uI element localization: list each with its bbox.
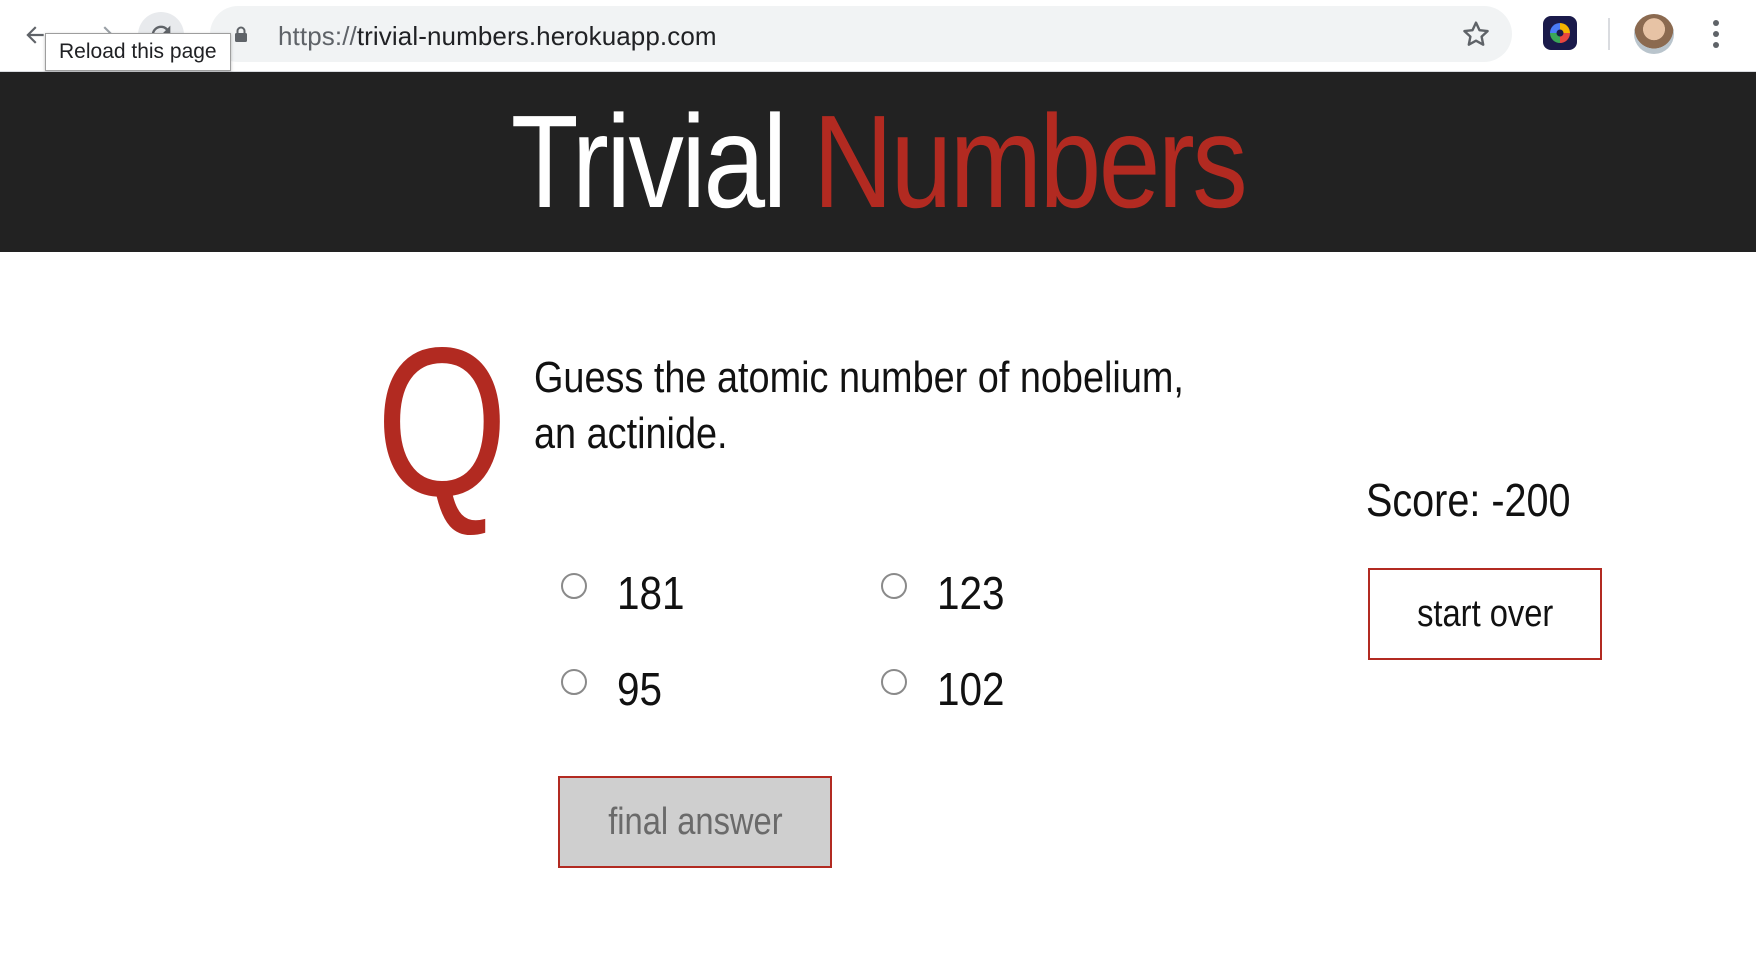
url-host: trivial-numbers.herokuapp.com (356, 21, 717, 51)
score-display: Score: -200 (1366, 474, 1571, 526)
url-scheme: https:// (278, 21, 357, 51)
extension-logo-icon (1550, 23, 1570, 43)
lock-icon (235, 26, 247, 42)
radio-button[interactable] (561, 669, 587, 695)
answer-option[interactable]: 95 (561, 662, 668, 716)
answer-option-label: 102 (937, 663, 1005, 715)
toolbar-divider (1608, 18, 1610, 50)
avatar[interactable] (1634, 14, 1674, 54)
radio-button[interactable] (881, 573, 907, 599)
extension-icon[interactable] (1543, 16, 1577, 50)
browser-toolbar: https://trivial-numbers.herokuapp.com (0, 0, 1756, 72)
radio-button[interactable] (561, 573, 587, 599)
answer-option[interactable]: 102 (881, 662, 1014, 716)
site-title-part2: Numbers (813, 88, 1248, 235)
address-bar[interactable]: https://trivial-numbers.herokuapp.com (210, 6, 1512, 62)
start-over-label: start over (1416, 592, 1554, 635)
question-text: Guess the atomic number of nobelium, an … (534, 353, 1184, 458)
answer-option[interactable]: 123 (881, 566, 1014, 620)
kebab-menu-icon[interactable] (1706, 16, 1726, 52)
start-over-button[interactable]: start over (1368, 568, 1602, 660)
final-answer-button[interactable]: final answer (558, 776, 832, 868)
question-marker: Q (376, 303, 508, 540)
answer-option-label: 123 (937, 567, 1005, 619)
site-header: Trivial Numbers (0, 72, 1756, 252)
reload-tooltip: Reload this page (45, 33, 231, 71)
url-text[interactable]: https://trivial-numbers.herokuapp.com (278, 21, 717, 52)
site-title-part1: Trivial (510, 88, 787, 235)
answer-option-label: 181 (617, 567, 685, 619)
answer-option[interactable]: 181 (561, 566, 694, 620)
radio-button[interactable] (881, 669, 907, 695)
star-icon[interactable] (1460, 18, 1492, 50)
final-answer-label: final answer (607, 800, 783, 843)
site-title: Trivial Numbers (140, 72, 1615, 252)
answer-option-label: 95 (617, 663, 663, 715)
